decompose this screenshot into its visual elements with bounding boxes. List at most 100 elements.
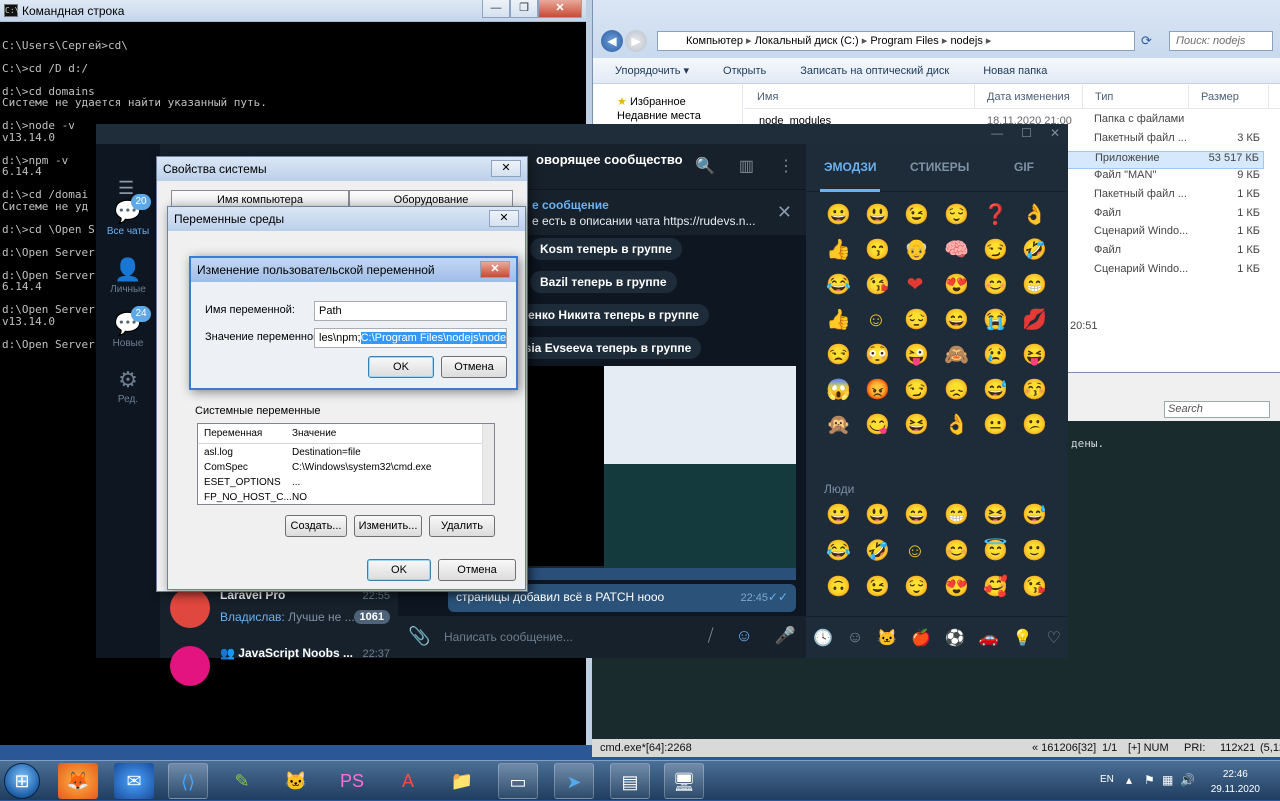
message-input[interactable]: Написать сообщение... xyxy=(444,630,573,644)
emoji-icon[interactable]: 👍 xyxy=(826,239,851,261)
table-row[interactable]: ComSpec C:\Windows\system32\cmd.exe xyxy=(198,461,482,476)
folder-new[interactable]: 💬 Новые 24 xyxy=(96,306,160,349)
folder-edit[interactable]: ⚙ Ред. xyxy=(96,366,160,405)
more-icon[interactable]: ⋮ xyxy=(778,156,794,176)
editvar-titlebar[interactable]: Изменение пользовательской переменной ✕ xyxy=(191,258,516,282)
maximize-button[interactable]: ❐ xyxy=(510,0,538,18)
col-variable[interactable]: Переменная xyxy=(204,428,262,439)
emoji-icon[interactable]: 😉 xyxy=(865,576,890,598)
back-button[interactable]: ◀ xyxy=(601,30,623,52)
chat-item[interactable]: 👥 JavaScript Noobs ... 22:37 xyxy=(160,638,398,694)
folder-personal[interactable]: 👤 Личные xyxy=(96,256,160,295)
nav-favorites[interactable]: ★ Избранное xyxy=(593,85,742,108)
file-row[interactable]: Файл 1 КБ xyxy=(1067,207,1264,225)
emoji-icon[interactable]: ❓ xyxy=(983,204,1008,226)
create-button[interactable]: Создать... xyxy=(285,515,347,537)
file-row[interactable]: Сценарий Windo... 1 КБ xyxy=(1067,263,1264,281)
microphone-icon[interactable]: 🎤 xyxy=(775,626,796,646)
breadcrumb-item[interactable]: nodejs xyxy=(950,35,991,47)
forward-button[interactable]: ▶ xyxy=(625,30,647,52)
emoji-icon[interactable]: 😘 xyxy=(1022,576,1047,598)
nav-recent[interactable]: Недавние места xyxy=(593,108,742,122)
emoji-icon[interactable]: 😄 xyxy=(904,504,929,526)
file-row[interactable]: Папка с файлами xyxy=(1067,113,1264,131)
food-icon[interactable]: 🍎 xyxy=(911,628,931,648)
sport-icon[interactable]: ⚽ xyxy=(945,628,965,648)
emoji-icon[interactable]: 🧠 xyxy=(944,239,969,261)
vscode-icon[interactable]: ⟨⟩ xyxy=(168,763,208,799)
emoji-icon[interactable]: 😂 xyxy=(826,540,851,562)
col-name[interactable]: Имя xyxy=(745,85,975,108)
edit-user-variable-dialog[interactable]: Изменение пользовательской переменной ✕ … xyxy=(189,256,518,390)
col-date[interactable]: Дата изменения xyxy=(975,85,1083,108)
maximize-icon[interactable]: ☐ xyxy=(1021,126,1032,140)
emoji-icon[interactable]: 😏 xyxy=(983,239,1008,261)
system-variables-list[interactable]: Переменная Значение asl.log Destination=f… xyxy=(197,423,495,505)
screenshot-attachment[interactable] xyxy=(528,366,796,580)
emoji-icon[interactable]: 😌 xyxy=(904,576,929,598)
emoji-icon[interactable]: 😄 xyxy=(944,309,969,331)
telegram-icon[interactable]: ➤ xyxy=(554,763,594,799)
delete-button[interactable]: Удалить xyxy=(429,515,495,537)
explorer-icon[interactable]: 📁 xyxy=(442,763,482,799)
emoji-icon[interactable]: 😀 xyxy=(826,204,851,226)
var-value-input[interactable]: les\npm;C:\Program Files\nodejs\node.exe xyxy=(314,328,507,348)
emoji-icon[interactable]: 😐 xyxy=(983,414,1008,436)
emoji-icon[interactable]: 😕 xyxy=(1022,414,1047,436)
emoji-icon[interactable]: 😚 xyxy=(1022,379,1047,401)
emoji-icon[interactable]: 😌 xyxy=(944,204,969,226)
file-row[interactable]: Пакетный файл ... 3 КБ xyxy=(1067,132,1264,150)
emoji-icon[interactable]: 👌 xyxy=(1022,204,1047,226)
emoji-icon[interactable]: 😢 xyxy=(983,344,1008,366)
sidebar-toggle-icon[interactable]: ▥ xyxy=(739,156,754,176)
tab-gif[interactable]: GIF xyxy=(1014,160,1034,174)
emoji-icon[interactable]: 😒 xyxy=(826,344,851,366)
emoji-icon[interactable]: 😳 xyxy=(865,344,890,366)
emoji-icon[interactable]: 😊 xyxy=(983,274,1008,296)
emoji-icon[interactable]: 😃 xyxy=(865,504,890,526)
emoji-icon[interactable]: 😡 xyxy=(865,379,890,401)
animal-icon[interactable]: 🐱 xyxy=(877,628,897,648)
emoji-icon[interactable]: 😅 xyxy=(1022,504,1047,526)
emoji-icon[interactable]: 🥰 xyxy=(983,576,1008,598)
new-folder-button[interactable]: Новая папка xyxy=(983,65,1047,77)
emoji-icon[interactable]: 😍 xyxy=(944,274,969,296)
emoji-icon[interactable]: 😊 xyxy=(944,540,969,562)
close-button[interactable]: ✕ xyxy=(489,210,519,227)
emoji-icon[interactable]: ☺ xyxy=(735,626,752,646)
emoji-icon[interactable]: 😂 xyxy=(826,274,851,296)
close-pinned-icon[interactable]: ✕ xyxy=(777,202,792,223)
emoji-icon[interactable]: 😏 xyxy=(904,379,929,401)
var-name-input[interactable]: Path xyxy=(314,301,507,321)
firefox-icon[interactable]: 🦊 xyxy=(58,763,98,799)
organize-button[interactable]: Упорядочить ▾ xyxy=(615,64,689,77)
emoji-icon[interactable]: 😭 xyxy=(983,309,1008,331)
objects-icon[interactable]: 💡 xyxy=(1013,628,1033,648)
tab-stickers[interactable]: СТИКЕРЫ xyxy=(910,160,969,174)
ok-button[interactable]: OK xyxy=(368,356,434,378)
cmd-titlebar[interactable]: C:\ Командная строка — ❐ ✕ xyxy=(0,0,586,22)
file-row[interactable]: Файл "MAN" 9 КБ xyxy=(1067,169,1264,187)
network-icon[interactable]: ▦ xyxy=(1162,773,1173,787)
breadcrumb-item[interactable]: Program Files xyxy=(870,35,950,47)
emoji-icon[interactable]: 🙃 xyxy=(826,576,851,598)
emoji-icon[interactable]: 😁 xyxy=(944,504,969,526)
emoji-icon[interactable]: 🤣 xyxy=(865,540,890,562)
search-icon[interactable]: 🔍 xyxy=(695,156,715,176)
conemu-icon[interactable]: ▤ xyxy=(610,763,650,799)
emoji-icon[interactable]: 😝 xyxy=(1022,344,1047,366)
file-row[interactable]: Файл 1 КБ xyxy=(1067,244,1264,262)
emoji-icon[interactable]: 😆 xyxy=(904,414,929,436)
emoji-icon[interactable]: 💋 xyxy=(1022,309,1047,331)
emoji-icon[interactable]: 🤣 xyxy=(1022,239,1047,261)
commands-icon[interactable]: ⧸ xyxy=(708,626,714,646)
minimize-button[interactable]: — xyxy=(482,0,510,18)
volume-icon[interactable]: 🔊 xyxy=(1180,773,1195,787)
col-type[interactable]: Тип xyxy=(1083,85,1189,108)
emoji-icon[interactable]: 😞 xyxy=(944,379,969,401)
table-row[interactable]: asl.log Destination=file xyxy=(198,446,482,461)
burn-button[interactable]: Записать на оптический диск xyxy=(800,65,949,77)
emoji-icon[interactable]: 😉 xyxy=(904,204,929,226)
cat-app-icon[interactable]: 🐱 xyxy=(276,763,316,799)
emoji-icon[interactable]: 😘 xyxy=(865,274,890,296)
